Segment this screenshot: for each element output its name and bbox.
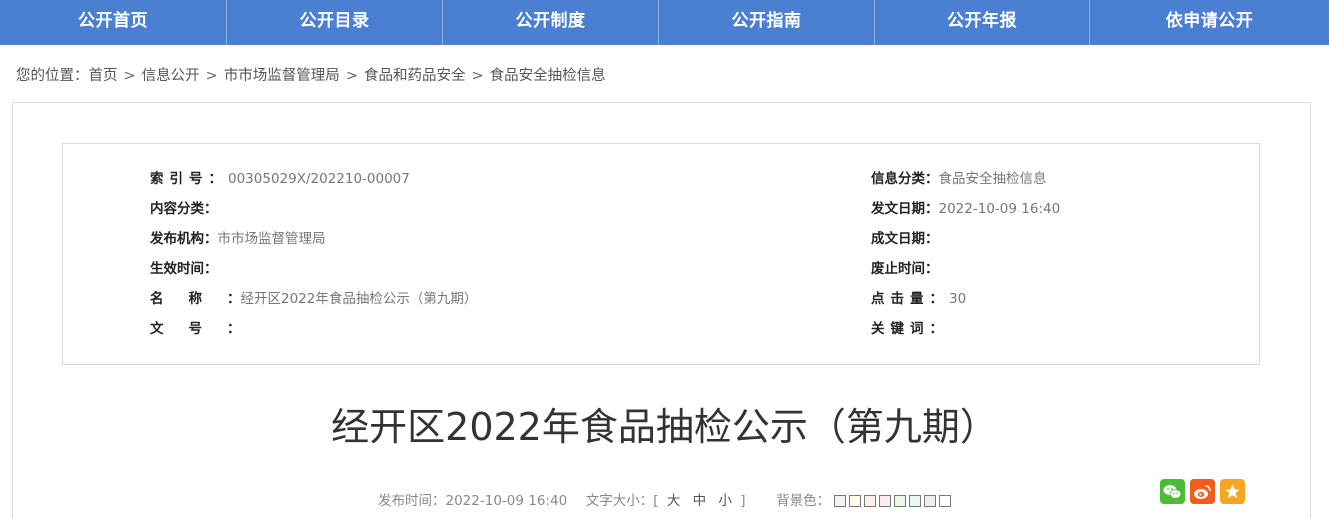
publisher-label: 发布机构： — [150, 231, 218, 247]
effective-label: 生效时间： — [150, 261, 218, 277]
nav-item-apply[interactable]: 依申请公开 — [1090, 0, 1329, 45]
breadcrumb-home[interactable]: 首页 — [89, 68, 118, 84]
breadcrumb: 您的位置：首页 > 信息公开 > 市市场监督管理局 > 食品和药品安全 > 食品安全抽检信息 — [16, 64, 606, 85]
breadcrumb-prefix: 您的位置： — [16, 68, 89, 84]
font-size-close: ] — [740, 493, 746, 509]
nav-item-policy[interactable]: 公开制度 — [443, 0, 659, 45]
expire-row: 废止时间： — [871, 259, 939, 279]
publisher-row: 发布机构：市市场监督管理局 — [150, 229, 326, 249]
breadcrumb-separator: > — [123, 68, 136, 84]
keywords-row: 关键词： — [871, 319, 949, 339]
font-size-medium-button[interactable]: 中 — [693, 493, 707, 509]
index-label: 索引号： — [150, 171, 228, 187]
written-date-label: 成文日期： — [871, 231, 939, 247]
info-class-value: 食品安全抽检信息 — [938, 171, 1047, 187]
font-size-large-button[interactable]: 大 — [667, 493, 681, 509]
background-swatch[interactable] — [879, 495, 892, 507]
clicks-row: 点击量：30 — [871, 289, 966, 309]
background-swatch[interactable] — [849, 495, 862, 507]
content-class-row: 内容分类： — [150, 199, 218, 219]
weibo-share-button[interactable] — [1190, 479, 1215, 504]
breadcrumb-current[interactable]: 食品安全抽检信息 — [490, 68, 606, 84]
background-swatch[interactable] — [834, 495, 847, 507]
background-swatch[interactable] — [894, 495, 907, 507]
nav-item-home[interactable]: 公开首页 — [0, 0, 227, 45]
breadcrumb-info-public[interactable]: 信息公开 — [142, 68, 200, 84]
clicks-value: 30 — [949, 291, 967, 307]
content-class-label: 内容分类： — [150, 201, 218, 217]
breadcrumb-separator: > — [205, 68, 218, 84]
nav-item-guide[interactable]: 公开指南 — [659, 0, 875, 45]
breadcrumb-food-drug[interactable]: 食品和药品安全 — [364, 68, 466, 84]
publisher-value: 市市场监督管理局 — [217, 231, 326, 247]
font-size-small-button[interactable]: 小 — [718, 493, 732, 509]
written-date-row: 成文日期： — [871, 229, 939, 249]
favorite-icon — [1225, 484, 1240, 499]
info-class-row: 信息分类：食品安全抽检信息 — [871, 169, 1047, 189]
background-swatch[interactable] — [909, 495, 922, 507]
breadcrumb-separator: > — [471, 68, 484, 84]
index-value: 00305029X/202210-00007 — [228, 171, 410, 187]
index-row: 索引号：00305029X/202210-00007 — [150, 169, 410, 189]
doc-no-row: 文号： — [150, 319, 241, 339]
background-swatch[interactable] — [939, 495, 952, 507]
info-class-label: 信息分类： — [871, 171, 939, 187]
nav-item-catalog[interactable]: 公开目录 — [227, 0, 443, 45]
background-swatches — [834, 493, 954, 509]
top-nav: 公开首页 公开目录 公开制度 公开指南 公开年报 依申请公开 — [0, 0, 1329, 45]
background-label: 背景色： — [776, 493, 831, 509]
doc-no-label: 文号： — [150, 321, 266, 337]
background-swatch[interactable] — [864, 495, 877, 507]
name-row: 名称：经开区2022年食品抽检公示（第九期） — [150, 289, 477, 309]
issue-date-label: 发文日期： — [871, 201, 939, 217]
publish-time-label: 发布时间： — [378, 493, 446, 509]
font-size-label: 文字大小：[ — [585, 493, 659, 509]
clicks-label: 点击量： — [871, 291, 949, 307]
issue-date-row: 发文日期：2022-10-09 16:40 — [871, 199, 1060, 219]
expire-label: 废止时间： — [871, 261, 939, 277]
name-value: 经开区2022年食品抽检公示（第九期） — [240, 291, 478, 307]
article-title: 经开区2022年食品抽检公示（第九期） — [331, 405, 998, 449]
publish-time: 2022-10-09 16:40 — [445, 493, 568, 509]
background-swatch[interactable] — [924, 495, 937, 507]
wechat-icon — [1163, 484, 1182, 499]
breadcrumb-separator: > — [345, 68, 358, 84]
keywords-label: 关键词： — [871, 321, 949, 337]
article-meta: 发布时间：2022-10-09 16:40 文字大小：[ 大 中 小 ] 背景色… — [378, 489, 954, 509]
metadata-box: 索引号：00305029X/202210-00007 内容分类： 发布机构：市市… — [62, 143, 1260, 365]
weibo-icon — [1194, 484, 1211, 499]
effective-row: 生效时间： — [150, 259, 218, 279]
nav-item-annual-report[interactable]: 公开年报 — [875, 0, 1090, 45]
breadcrumb-bureau[interactable]: 市市场监督管理局 — [224, 68, 340, 84]
issue-date-value: 2022-10-09 16:40 — [938, 201, 1061, 217]
favorite-share-button[interactable] — [1220, 479, 1245, 504]
wechat-share-button[interactable] — [1160, 479, 1185, 504]
